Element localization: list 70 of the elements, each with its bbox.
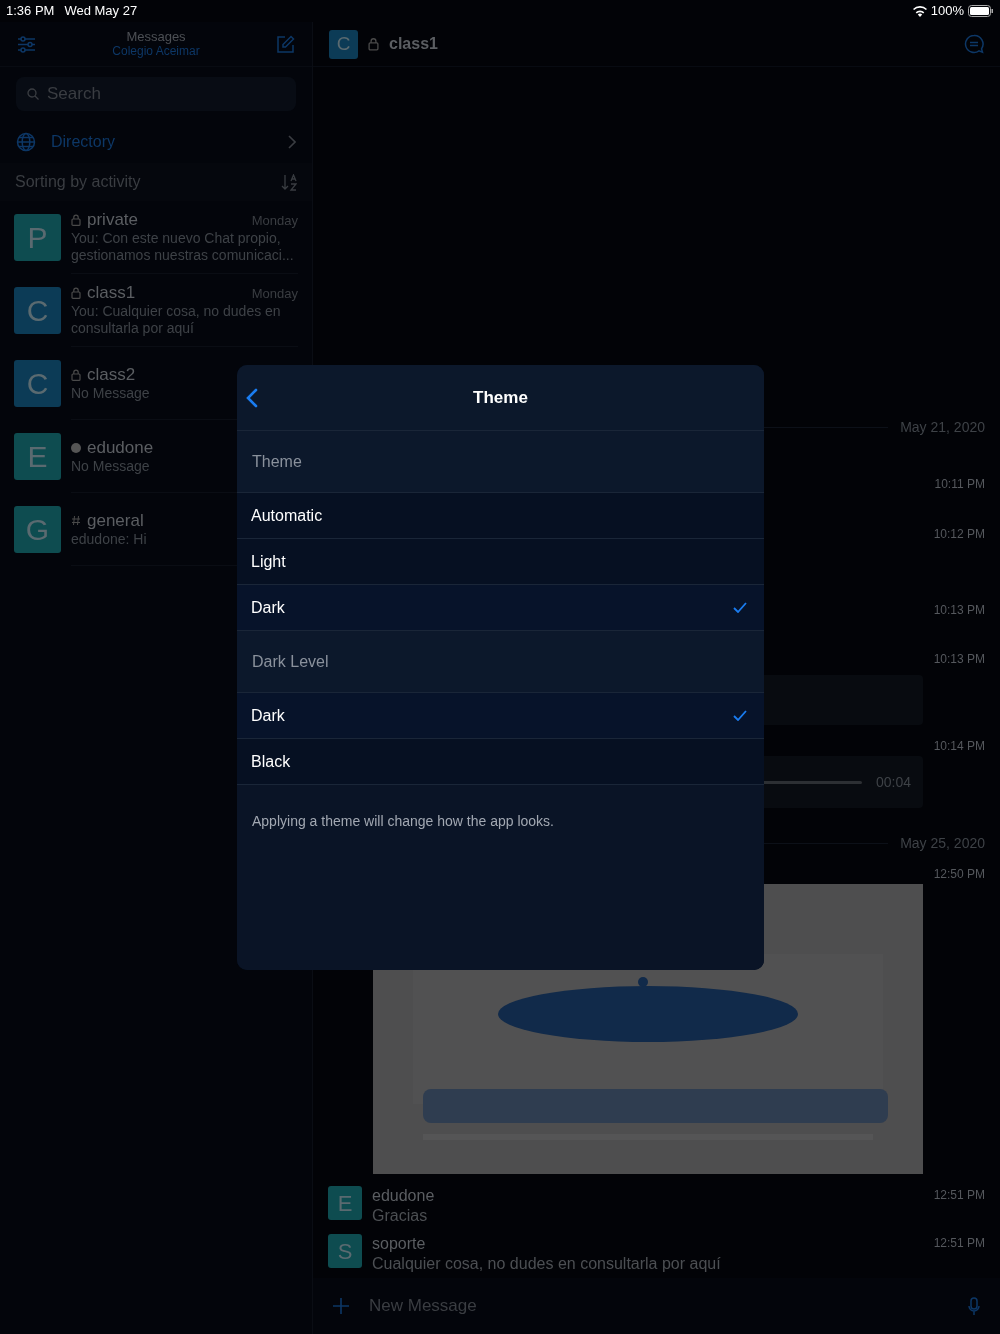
message-text: Cualquier cosa, no dudes en consultarla por aquí <box>372 1254 722 1274</box>
lock-icon <box>71 368 81 381</box>
message-time: 10:13 PM <box>933 602 985 619</box>
date-separator: May 25, 2020 <box>900 834 985 853</box>
lock-icon <box>71 214 81 226</box>
chat-preview: No Message <box>71 457 150 475</box>
dialog-footer-note: Applying a theme will change how the app looks. <box>252 813 554 829</box>
wifi-icon <box>912 5 927 17</box>
chat-bubble-icon[interactable] <box>964 34 984 54</box>
message-time: 10:11 PM <box>934 476 985 493</box>
chat-name: class1 <box>87 283 136 303</box>
theme-option[interactable]: Dark <box>237 693 764 739</box>
chat-title: class1 <box>389 34 439 54</box>
dialog-title: Theme <box>473 386 528 409</box>
avatar: C <box>14 287 61 334</box>
message-time: 12:50 PM <box>933 866 985 883</box>
checkmark-icon <box>733 710 747 721</box>
message-time: 12:51 PM <box>933 1187 985 1204</box>
battery-percent: 100% <box>930 2 964 21</box>
author-name: soporte <box>372 1234 427 1254</box>
message-time: 12:51 PM <box>933 1235 985 1252</box>
directory-item[interactable]: Directory <box>0 120 312 163</box>
section-header: Dark Level <box>252 651 329 672</box>
message-text: Gracias <box>372 1206 429 1226</box>
date-separator: May 21, 2020 <box>900 418 985 437</box>
chat-name: edudone <box>87 437 154 458</box>
avatar: E <box>328 1186 362 1220</box>
back-icon[interactable] <box>246 387 258 408</box>
chevron-right-icon <box>288 134 296 149</box>
message-composer[interactable]: New Message <box>313 1278 1000 1334</box>
chat-name: general <box>87 510 144 531</box>
status-time: 1:36 PM <box>6 2 55 21</box>
compose-icon[interactable] <box>276 34 295 54</box>
chat-list-item[interactable]: P private Monday You: Con este nuevo Chat propio, gestionamos nuestras comunicaci... <box>0 201 312 274</box>
avatar: G <box>14 506 61 553</box>
microphone-icon[interactable] <box>968 1296 980 1316</box>
globe-icon <box>16 131 36 152</box>
sidebar-title: Messages <box>126 29 186 44</box>
chat-name: class2 <box>87 364 136 385</box>
message-time: 10:14 PM <box>933 738 985 755</box>
lock-icon <box>368 37 379 51</box>
avatar: C <box>14 360 61 407</box>
sort-icon[interactable] <box>281 173 297 191</box>
status-date: Wed May 27 <box>64 2 138 21</box>
workspace-name: Colegio Aceimar <box>112 44 200 59</box>
message-input[interactable]: New Message <box>369 1293 948 1319</box>
checkmark-icon <box>733 602 747 613</box>
avatar: P <box>14 214 61 261</box>
chat-preview: You: Con este nuevo Chat propio, gestionamos nuestras comunicaci... <box>71 230 295 264</box>
filter-icon[interactable] <box>17 35 36 53</box>
avatar: S <box>328 1234 362 1268</box>
battery-icon <box>968 5 994 17</box>
chat-preview: No Message <box>71 384 150 402</box>
lock-icon <box>71 287 81 299</box>
chat-preview: edudone: Hi <box>71 530 147 548</box>
theme-option[interactable]: Dark <box>237 585 764 631</box>
message-time: 10:12 PM <box>933 526 985 543</box>
avatar: C <box>329 29 358 59</box>
add-icon[interactable] <box>333 1298 349 1314</box>
author-name: edudone <box>372 1186 436 1206</box>
hash-icon <box>71 515 81 526</box>
message-time: 10:13 PM <box>933 651 985 668</box>
avatar: E <box>14 433 61 480</box>
chat-preview: You: Cualquier cosa, no dudes en consultarla por aquí <box>71 303 282 337</box>
chat-time: Monday <box>251 211 298 229</box>
search-icon <box>27 88 39 100</box>
chat-time: Monday <box>251 284 298 302</box>
chat-list-item[interactable]: C class1 Monday You: Cualquier cosa, no dudes en consultarla por aquí <box>0 274 312 347</box>
section-header: Theme <box>252 451 302 472</box>
chat-name: private <box>87 210 139 230</box>
